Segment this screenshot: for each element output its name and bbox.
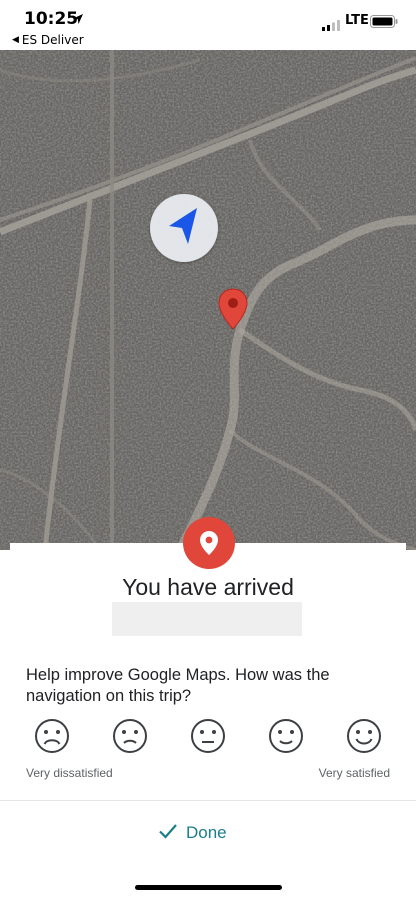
back-triangle-icon: ◀ <box>12 35 19 45</box>
very-satisfied-face-icon[interactable] <box>346 718 382 754</box>
back-to-app-link[interactable]: ◀ ES Deliver <box>12 33 84 47</box>
location-arrow-icon <box>72 12 84 30</box>
arrival-title: You have arrived <box>122 574 294 600</box>
scale-low-label: Very dissatisfied <box>26 766 113 780</box>
dissatisfied-face-icon[interactable] <box>112 718 148 754</box>
satisfied-face-icon[interactable] <box>268 718 304 754</box>
checkmark-icon <box>158 823 178 844</box>
done-label: Done <box>186 823 227 842</box>
very-dissatisfied-face-icon[interactable] <box>34 718 70 754</box>
feedback-question: Help improve Google Maps. How was the na… <box>26 666 330 705</box>
signal-bars-icon <box>322 18 340 36</box>
neutral-face-icon[interactable] <box>190 718 226 754</box>
home-indicator[interactable] <box>135 885 282 890</box>
status-bar: 10:25 ◀ ES Deliver LTE <box>0 0 416 50</box>
address-placeholder <box>112 602 302 636</box>
network-type: LTE <box>345 13 369 28</box>
done-button[interactable]: Done <box>158 816 227 850</box>
battery-icon <box>370 15 398 33</box>
destination-pin-icon[interactable] <box>218 288 248 335</box>
scale-high-label: Very satisfied <box>318 766 390 780</box>
map-pin-icon <box>183 517 235 569</box>
satellite-map[interactable] <box>0 50 416 550</box>
back-app-label: ES Deliver <box>21 33 84 47</box>
navigation-arrow-icon <box>167 206 201 251</box>
current-location-puck <box>150 194 218 262</box>
status-time: 10:25 <box>24 9 79 29</box>
satisfaction-rating <box>0 718 416 756</box>
